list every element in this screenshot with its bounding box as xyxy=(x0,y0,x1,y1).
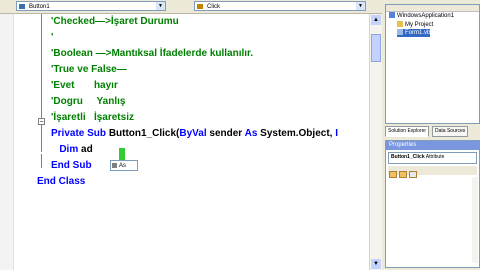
properties-object-selector[interactable]: Button1_Click Attribute xyxy=(388,152,477,164)
code-area[interactable]: − 'Checked—>İşaret Durumu ' 'Boolean —>Man… xyxy=(17,14,369,270)
code-line: 'Dogru Yanlış xyxy=(51,96,125,108)
code-token: Class xyxy=(58,176,86,187)
code-token: System.Object, xyxy=(260,128,336,139)
text-cursor xyxy=(119,148,125,160)
code-line: 'Checked—>İşaret Durumu xyxy=(51,16,179,28)
outline-line xyxy=(41,154,42,168)
code-token: 'İşaretli İşaretsiz xyxy=(51,112,134,123)
vertical-scrollbar[interactable]: ▲ ▼ xyxy=(369,14,383,270)
solution-explorer: WindowsApplication1 My Project Form1.vb xyxy=(385,4,480,124)
code-token: 'Boolean —>Mantıksal İfadelerde kullanıl… xyxy=(51,48,254,59)
scroll-down-icon[interactable]: ▼ xyxy=(371,259,381,269)
code-token: Sub xyxy=(87,128,109,139)
code-token: ad xyxy=(81,144,93,155)
code-token: 'Dogru Yanlış xyxy=(51,96,126,107)
form-file-icon xyxy=(397,29,403,35)
chevron-down-icon[interactable]: ▼ xyxy=(156,2,165,10)
object-type: Attribute xyxy=(425,154,445,160)
tree-item-my-project[interactable]: My Project xyxy=(397,21,433,29)
chevron-down-icon[interactable]: ▼ xyxy=(356,2,365,10)
code-token: As xyxy=(244,128,261,139)
properties-toolbar xyxy=(388,166,477,178)
code-line: End Class xyxy=(37,176,85,188)
properties-scrollbar[interactable] xyxy=(472,177,478,263)
outline-line xyxy=(41,122,42,152)
tab-label: Data Sources xyxy=(435,128,466,134)
code-token: I xyxy=(335,128,338,139)
code-token: End xyxy=(37,176,59,187)
tree-item-form1[interactable]: Form1.vb xyxy=(397,29,431,37)
editor-navigation-bar: Button1 ▼ Click ▼ xyxy=(0,0,382,14)
scroll-up-icon[interactable]: ▲ xyxy=(371,15,381,25)
properties-window: Properties Button1_Click Attribute xyxy=(385,140,480,268)
code-token: Sub xyxy=(72,160,92,171)
code-line: Dim ad xyxy=(51,144,93,156)
folder-icon xyxy=(397,21,403,27)
panel-tabs: Solution Explorer Data Sources xyxy=(385,126,478,137)
code-token: 'True ve False— xyxy=(51,64,127,75)
code-line: 'True ve False— xyxy=(51,64,127,76)
property-pages-icon[interactable] xyxy=(409,171,417,178)
tree-item-label: Form1.vb xyxy=(405,30,431,36)
code-line: ' xyxy=(51,32,53,44)
code-line: End Sub xyxy=(51,160,92,172)
code-line: 'Boolean —>Mantıksal İfadelerde kullanıl… xyxy=(51,48,253,60)
indicator-margin xyxy=(0,14,14,270)
code-line: Private Sub Button1_Click(ByVal sender A… xyxy=(51,128,338,140)
code-token: 'Checked—>İşaret Durumu xyxy=(51,16,179,27)
keyword-icon xyxy=(112,163,117,168)
outline-line xyxy=(41,14,42,120)
tree-item-label: WindowsApplication1 xyxy=(397,13,455,19)
categorized-icon[interactable] xyxy=(389,171,397,178)
method-combo-value: Click xyxy=(207,4,220,10)
code-editor: Button1 ▼ Click ▼ − 'Checked—>İşaret Dur… xyxy=(0,0,383,270)
class-combo-value: Button1 xyxy=(29,4,50,10)
right-tool-panels: WindowsApplication1 My Project Form1.vb … xyxy=(382,0,480,270)
code-token: Dim xyxy=(51,144,82,155)
code-line: 'İşaretli İşaretsiz xyxy=(51,112,134,124)
intellisense-popup[interactable]: As xyxy=(110,160,138,171)
project-icon xyxy=(389,12,395,18)
scroll-thumb[interactable] xyxy=(371,34,381,62)
code-token: 'Evet hayır xyxy=(51,80,118,91)
properties-title: Properties xyxy=(386,141,479,150)
tab-solution-explorer[interactable]: Solution Explorer xyxy=(385,126,430,137)
code-token: ByVal xyxy=(179,128,210,139)
solution-toolbar xyxy=(386,5,479,12)
class-icon xyxy=(19,4,25,9)
tree-item-label: My Project xyxy=(405,22,434,28)
code-token: ' xyxy=(51,32,54,43)
code-token: End xyxy=(51,160,73,171)
tab-label: Solution Explorer xyxy=(388,128,427,134)
collapse-icon[interactable]: − xyxy=(38,118,45,126)
method-name-combo[interactable]: Click ▼ xyxy=(194,1,366,11)
tab-data-sources[interactable]: Data Sources xyxy=(432,126,469,137)
code-line: 'Evet hayır xyxy=(51,80,118,92)
class-name-combo[interactable]: Button1 ▼ xyxy=(16,1,166,11)
object-name: Button1_Click xyxy=(391,154,425,160)
code-token: Button1_Click( xyxy=(108,128,180,139)
code-token: Private xyxy=(51,128,88,139)
alphabetical-icon[interactable] xyxy=(399,171,407,178)
code-token: sender xyxy=(209,128,245,139)
event-icon xyxy=(197,4,203,9)
tree-item-project[interactable]: WindowsApplication1 xyxy=(389,12,454,20)
intellisense-item[interactable]: As xyxy=(119,163,126,169)
